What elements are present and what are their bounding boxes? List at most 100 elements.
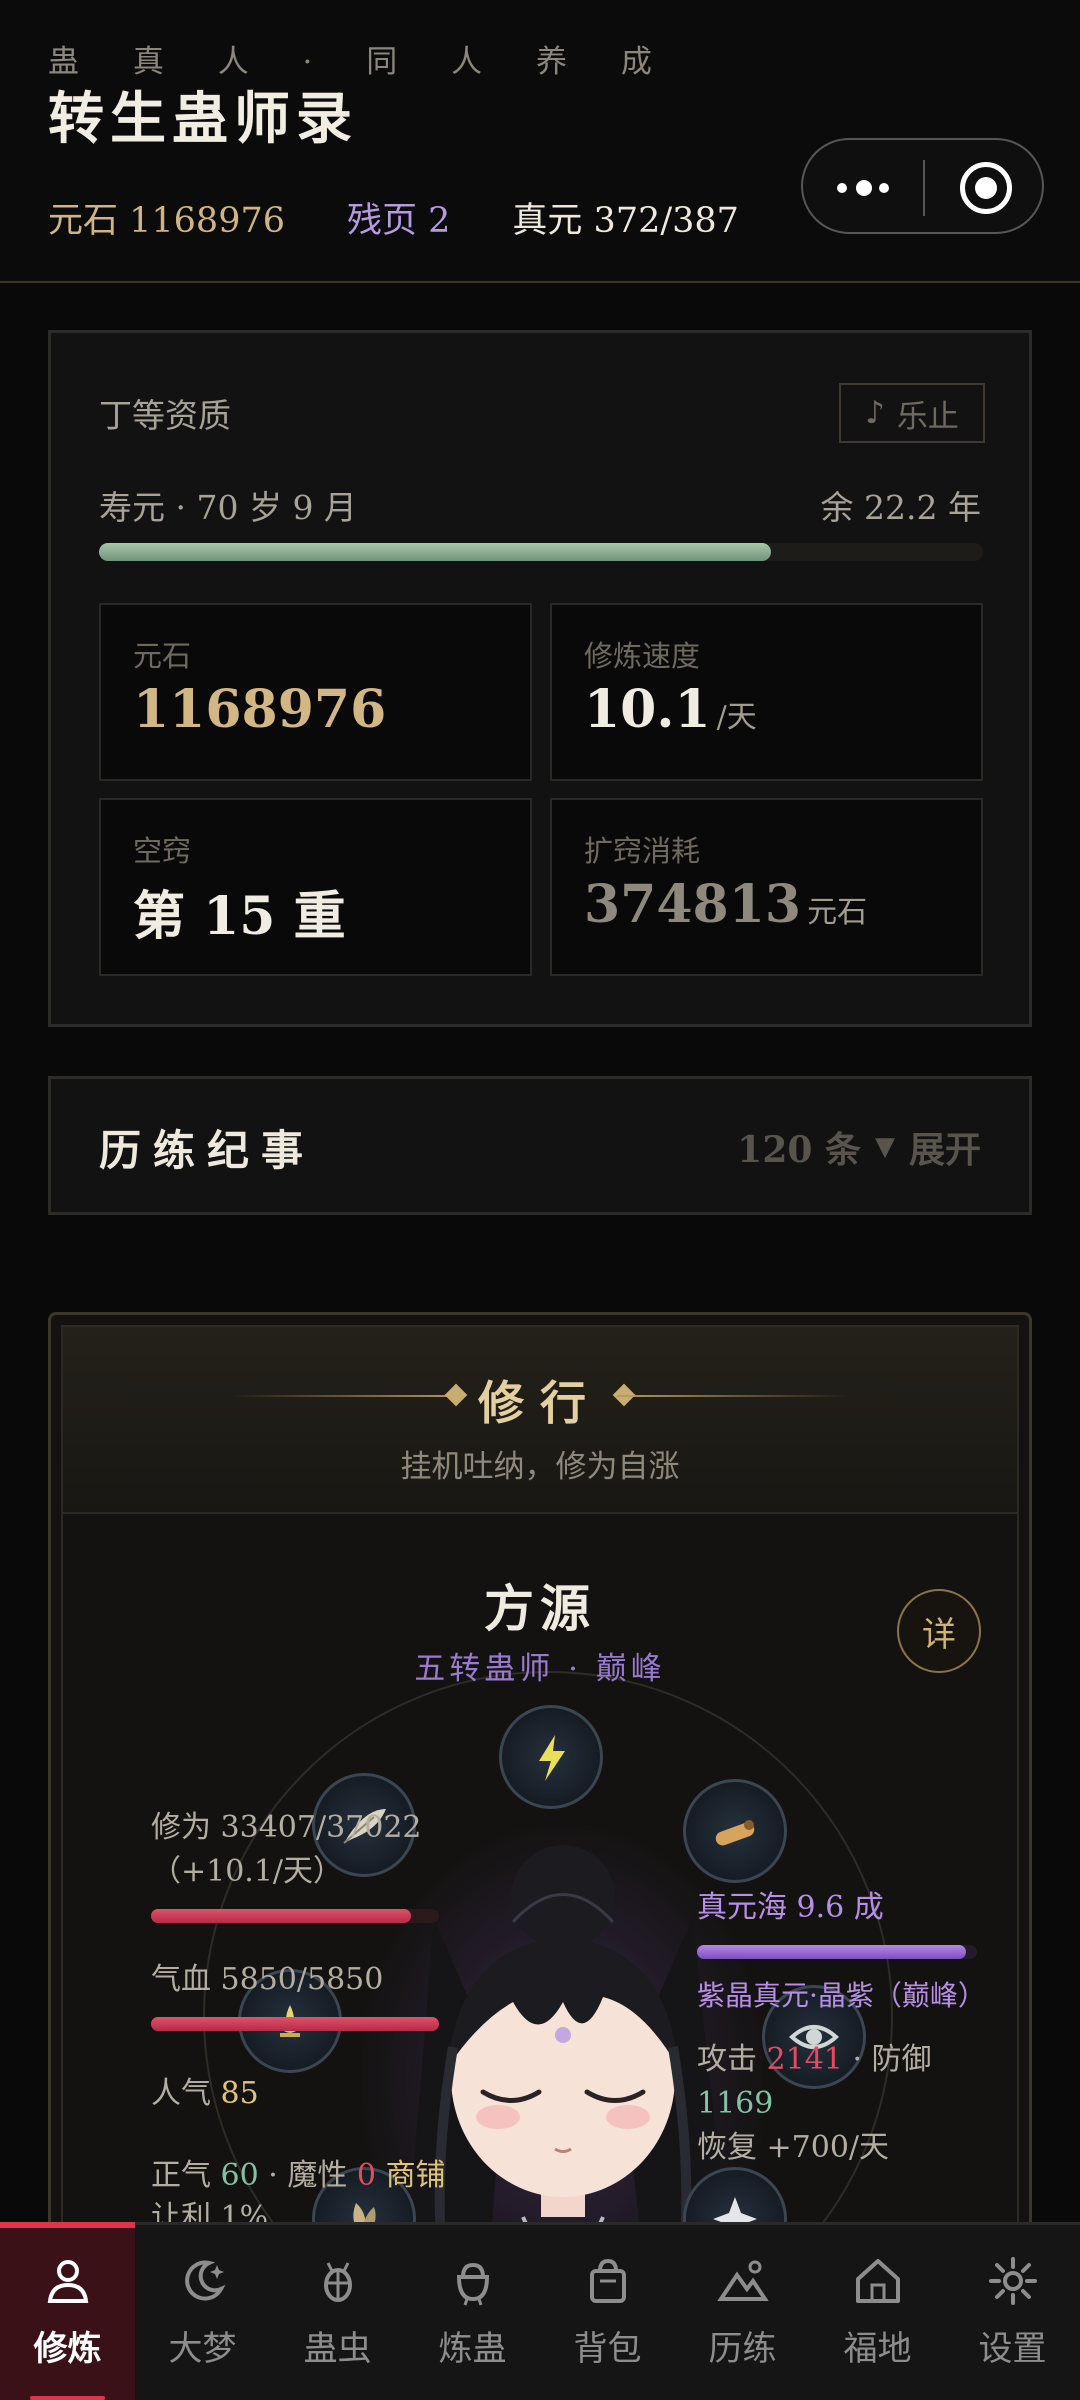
renqi-stat: 人气 85 [151, 2073, 259, 2115]
stat-box-value: 10.1 [584, 679, 711, 740]
lifespan-bar [99, 543, 983, 561]
xiuwei-bar [151, 1909, 439, 1923]
target-icon[interactable] [960, 162, 1012, 214]
aperture-box: 空窍 第 15 重 [99, 798, 532, 976]
expand-label: 展开 [908, 1129, 981, 1171]
bug-icon [323, 2262, 352, 2302]
stat-box-label: 修炼速度 [584, 639, 701, 673]
music-toggle-button[interactable]: ♪ 乐止 [839, 383, 985, 443]
mini-program-capsule [801, 138, 1044, 234]
nav-label: 蛊虫 [303, 2329, 372, 2369]
stat-box-unit: /天 [716, 700, 757, 735]
person-icon [47, 2260, 88, 2303]
home-icon [855, 2259, 900, 2303]
app-title: 转生蛊师录 [48, 86, 358, 152]
zhenyuan-type: 紫晶真元·晶紫（巅峰） [697, 1979, 986, 2012]
more-dots-icon[interactable] [837, 180, 891, 196]
yuanshi-box: 元石 1168976 [99, 603, 532, 781]
moxing-value: 0 [356, 2158, 377, 2193]
shop-label[interactable]: 商铺 [386, 2158, 446, 2193]
nav-label: 设置 [978, 2329, 1047, 2369]
nav-item-settings[interactable]: 设置 [945, 2225, 1080, 2400]
nav-label: 大梦 [168, 2329, 237, 2369]
character-name: 方源 [484, 1579, 596, 1638]
renqi-label: 人气 [151, 2076, 211, 2111]
stat-box-value-wrap: 10.1/天 [584, 679, 757, 740]
bag-icon [589, 2258, 626, 2303]
zhengqi-label: 正气 [151, 2158, 211, 2193]
character-rank: 五转蛊师 · 巅峰 [414, 1651, 666, 1687]
nav-label: 炼蛊 [438, 2329, 507, 2369]
nav-label: 背包 [573, 2329, 642, 2369]
panel-subtitle: 挂机吐纳，修为自涨 [400, 1449, 680, 1485]
status-card: 丁等资质 ♪ 乐止 寿元 · 70 岁 9 月 余 22.2 年 元石 1168… [48, 330, 1032, 1027]
xiuwei-rate: （+10.1/天） [151, 1854, 344, 1889]
recover-stat: 恢复 +700/天 [697, 2130, 890, 2165]
qixue-stat: 气血 5850/5850 [151, 1962, 384, 1997]
defense-label: 防御 [871, 2042, 932, 2077]
xiuwei-stat: 修为 33407/37022 [151, 1810, 422, 1845]
stat-box-label: 元石 [133, 639, 192, 673]
stat-box-value: 第 15 重 [133, 886, 346, 947]
nav-label: 福地 [843, 2329, 912, 2369]
moon-star-icon [184, 2260, 226, 2301]
renqi-value: 85 [220, 2076, 259, 2111]
canye-stat: 残页 2 [347, 201, 451, 241]
stat-box-label: 扩窍消耗 [584, 834, 701, 868]
resource-bar: 元石 1168976 残页 2 真元 372/387 [48, 192, 739, 243]
music-note-icon: ♪ [865, 395, 885, 431]
xiuwei-bar-fill [151, 1909, 411, 1923]
music-toggle-label: 乐止 [896, 398, 959, 435]
qixue-bar [151, 2017, 439, 2031]
lightning-gu-icon[interactable] [499, 1705, 603, 1809]
nav-item-gu[interactable]: 蛊虫 [270, 2225, 405, 2400]
cauldron-icon [456, 2262, 489, 2306]
zhenyuanhai-stat: 真元海 9.6 成 [697, 1890, 884, 1925]
stat-box-value: 1168976 [133, 679, 387, 740]
stat-box-label: 空窍 [133, 834, 192, 868]
yuanshi-stat: 元石 1168976 [48, 201, 286, 241]
capsule-divider [923, 160, 925, 216]
journey-log-count: 120 条 [737, 1129, 861, 1171]
moxing-label: 魔性 [287, 2158, 348, 2193]
lifespan-bar-fill [99, 543, 771, 561]
qixue-bar-fill [151, 2017, 439, 2031]
stat-box-unit: 元石 [807, 895, 868, 930]
zhengqi-value: 60 [220, 2158, 259, 2193]
lifespan-label: 寿元 · 70 岁 9 月 [99, 488, 357, 527]
nav-item-cultivate[interactable]: 修炼 [0, 2222, 135, 2400]
nav-item-dream[interactable]: 大梦 [135, 2225, 270, 2400]
nav-item-bag[interactable]: 背包 [540, 2225, 675, 2400]
detail-button[interactable]: 详 [897, 1589, 981, 1673]
panel-title: 修行 [478, 1376, 602, 1430]
lifespan-remaining: 余 22.2 年 [820, 488, 981, 527]
nav-item-refine[interactable]: 炼蛊 [405, 2225, 540, 2400]
journey-log-card[interactable]: 历练纪事 120 条 ▼ 展开 [48, 1076, 1032, 1215]
expand-cost-box[interactable]: 扩窍消耗 374813 元石 [550, 798, 983, 976]
journey-log-title: 历练纪事 [99, 1126, 316, 1175]
attack-value: 2141 [766, 2042, 843, 2077]
nav-item-blessed-land[interactable]: 福地 [810, 2225, 945, 2400]
title-ornament-line [617, 1395, 847, 1397]
scroll-gu-icon[interactable] [683, 1779, 787, 1883]
triangle-down-icon: ▼ [874, 1132, 895, 1162]
panel-header: 修行 挂机吐纳，修为自涨 [63, 1327, 1017, 1514]
app-header: 蛊 真 人 · 同 人 养 成 转生蛊师录 元石 1168976 残页 2 真元… [0, 0, 1080, 283]
zhenyuanhai-bar-fill [697, 1945, 966, 1959]
morality-stat: 正气 60 · 魔性 0 商铺 [151, 2155, 446, 2197]
nav-label: 修炼 [33, 2329, 102, 2369]
separator-dot: · [268, 2158, 278, 2193]
stat-box-value-wrap: 374813 元石 [584, 874, 867, 935]
journey-log-expand-button[interactable]: 120 条 ▼ 展开 [737, 1121, 981, 1173]
defense-value: 1169 [697, 2086, 774, 2121]
bottom-nav: 修炼 大梦 蛊虫 炼蛊 背包 历练 福地 设置 [0, 2222, 1080, 2400]
stat-box-value: 374813 [584, 874, 802, 935]
zhenyuan-stat: 真元 372/387 [512, 201, 739, 241]
cultivation-speed-box: 修炼速度 10.1/天 [550, 603, 983, 781]
mountain-icon [716, 2260, 769, 2301]
aptitude-label: 丁等资质 [99, 396, 231, 435]
gear-icon [988, 2257, 1037, 2305]
nav-item-adventure[interactable]: 历练 [675, 2225, 810, 2400]
nav-label: 历练 [708, 2329, 777, 2369]
attack-defense-stat: 攻击 2141 · 防御 [697, 2039, 932, 2081]
